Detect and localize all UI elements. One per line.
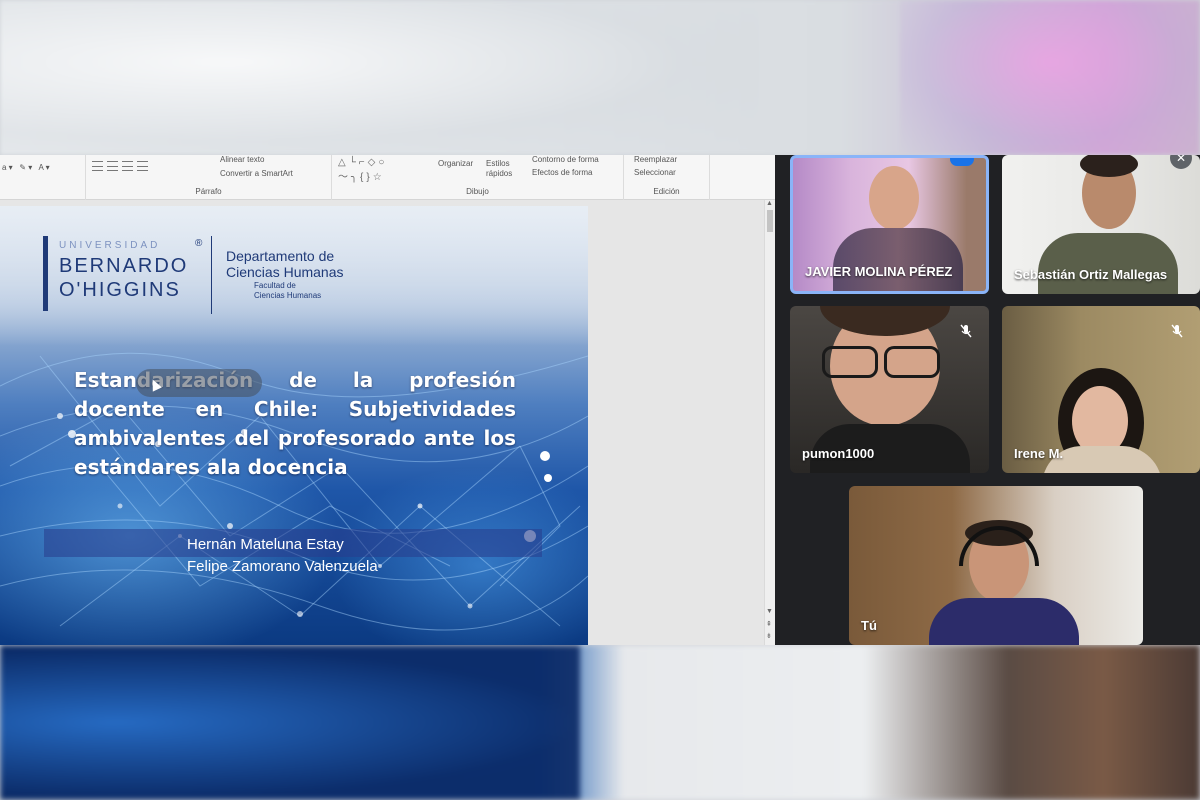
font-group: a ▾ ✎ ▾ A ▾ [0, 155, 86, 200]
font-color-controls[interactable]: a ▾ ✎ ▾ A ▾ [2, 163, 50, 172]
avatar [869, 166, 919, 230]
registered-mark: ® [195, 238, 203, 249]
convert-smartart-button[interactable]: Convertir a SmartArt [220, 169, 293, 178]
shape-outline-button[interactable]: Contorno de forma [532, 155, 599, 164]
logo-university-text: UNIVERSIDAD [59, 240, 161, 251]
participant-tile[interactable]: ✕ Sebastián Ortiz Mallegas [1002, 155, 1200, 294]
blurred-top-band [0, 0, 1200, 155]
participant-tile[interactable]: Irene M. [1002, 306, 1200, 473]
ribbon: a ▾ ✎ ▾ A ▾ Alinear texto Convertir a Sm… [0, 155, 775, 200]
logo-dept-line1: Departamento de [226, 248, 335, 264]
logo-dept-line2: Ciencias Humanas [226, 264, 344, 280]
video-call-panel: JAVIER MOLINA PÉREZ ✕ Sebastián Ortiz Ma… [775, 155, 1200, 645]
shape-effects-button[interactable]: Efectos de forma [532, 168, 592, 177]
align-buttons[interactable] [92, 161, 152, 173]
participant-tile[interactable]: Tú [849, 486, 1143, 645]
participant-name: pumon1000 [802, 446, 875, 461]
shapes-gallery[interactable]: △ └ ⌐ ◇ ○ 〜 ╮{} ☆ [338, 157, 387, 183]
editing-group-label: Edición [653, 187, 680, 196]
logo-faculty-line1: Facultad de [254, 281, 296, 290]
screen-capture: a ▾ ✎ ▾ A ▾ Alinear texto Convertir a Sm… [0, 155, 1200, 645]
author-1: Hernán Mateluna Estay [187, 536, 344, 553]
organize-button[interactable]: Organizar [438, 159, 473, 168]
logo-name-line1: BERNARDO [59, 255, 189, 277]
glasses [822, 346, 878, 378]
replace-button[interactable]: Reemplazar [634, 155, 677, 164]
participant-tile[interactable]: JAVIER MOLINA PÉREZ [790, 155, 989, 294]
scrollbar-thumb[interactable] [767, 210, 773, 232]
paragraph-group-label: Párrafo [195, 187, 222, 196]
logo-name-line2: O'HIGGINS [59, 279, 181, 301]
slide[interactable]: UNIVERSIDAD BERNARDO O'HIGGINS ® Departa… [0, 206, 588, 645]
participant-name: Sebastián Ortiz Mallegas [1014, 267, 1168, 282]
quick-styles-button[interactable]: Estilos rápidos [486, 159, 516, 179]
participant-name: JAVIER MOLINA PÉREZ [805, 264, 953, 279]
author-2: Felipe Zamorano Valenzuela [187, 558, 378, 575]
close-icon[interactable]: ✕ [1170, 155, 1192, 169]
participant-tile[interactable]: pumon1000 [790, 306, 989, 473]
mic-off-icon [960, 324, 972, 338]
logo-faculty-line2: Ciencias Humanas [254, 291, 322, 300]
participant-name: Tú [861, 618, 877, 633]
mic-off-icon [1171, 324, 1183, 338]
editing-group: Reemplazar Seleccionar Edición [624, 155, 710, 200]
vertical-scrollbar[interactable]: ▲ ▼ ⇞ ⇟ [764, 200, 775, 645]
slide-editor[interactable]: UNIVERSIDAD BERNARDO O'HIGGINS ® Departa… [0, 200, 775, 645]
align-text-button[interactable]: Alinear texto [220, 155, 264, 164]
drawing-group: △ └ ⌐ ◇ ○ 〜 ╮{} ☆ Organizar Estilos rápidos Co… [332, 155, 624, 200]
select-button[interactable]: Seleccionar [634, 168, 676, 177]
speaking-indicator-icon [950, 158, 974, 166]
participant-name: Irene M. [1014, 446, 1064, 461]
paragraph-group: Alinear texto Convertir a SmartArt Párra… [86, 155, 332, 200]
drawing-group-label: Dibujo [466, 187, 489, 196]
blurred-bottom-band [0, 645, 1200, 800]
